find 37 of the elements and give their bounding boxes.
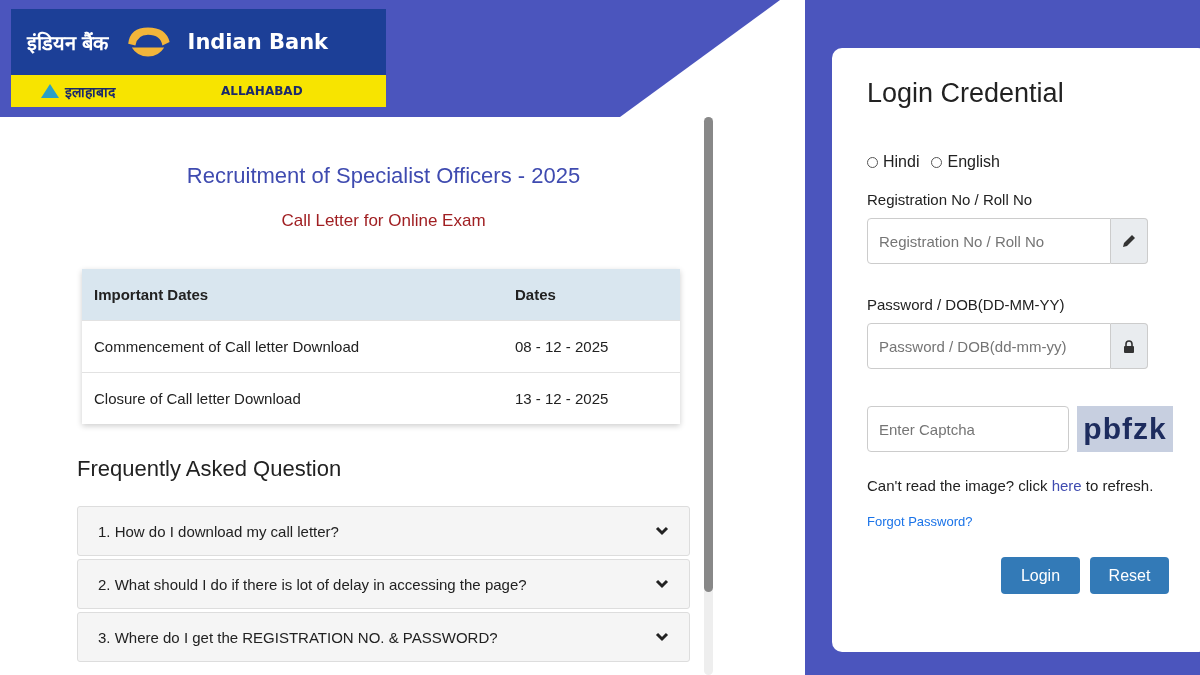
- form-button[interactable]: Reset: [1090, 557, 1169, 594]
- pencil-icon: [1122, 234, 1136, 248]
- language-radio[interactable]: Hindi: [867, 153, 920, 171]
- logo-hindi-subtext: इलाहाबाद: [65, 82, 117, 101]
- faq-heading: Frequently Asked Question: [77, 456, 343, 482]
- password-input[interactable]: Password / DOB(dd-mm-yy): [867, 323, 1111, 369]
- scrollbar[interactable]: [704, 117, 713, 675]
- chevron-icon: [655, 579, 669, 589]
- chevron-icon: [655, 632, 669, 642]
- table-cell: 13 - 12 - 2025: [515, 390, 609, 407]
- logo-hindi-text: इंडियन बैंक: [27, 30, 108, 56]
- field-label: Registration No / Roll No: [867, 191, 1034, 208]
- captcha-image: pbfzk: [1077, 406, 1173, 452]
- login-title: Login Credential: [867, 78, 1065, 109]
- table-cell-text: Closure of Call letter Download: [93, 390, 302, 407]
- logo-english-subtext: ALLAHABAD: [221, 84, 303, 98]
- chevron-icon: [655, 526, 669, 536]
- faq-item[interactable]: 1. How do I download my call letter?: [77, 506, 690, 556]
- refresh-text: Can't read the image? click here to refresh.: [867, 477, 1155, 494]
- page-subtitle: Call Letter for Online Exam: [280, 211, 487, 231]
- logo-english-text: Indian Bank: [187, 30, 329, 54]
- field-label: Password / DOB(DD-MM-YY): [867, 296, 1066, 313]
- column-header: Dates: [515, 286, 556, 303]
- column-header: Important Dates: [93, 286, 210, 303]
- form-button[interactable]: Login: [1001, 557, 1080, 594]
- refresh-link[interactable]: here: [1051, 477, 1082, 494]
- faq-item[interactable]: 2. What should I do if there is lot of delay in accessing the page?: [77, 559, 690, 609]
- table-cell: 08 - 12 - 2025: [515, 338, 609, 355]
- language-radio[interactable]: English: [931, 153, 1000, 171]
- logo-triangle-icon: [41, 84, 59, 98]
- page-title: Recruitment of Specialist Officers - 2025: [185, 163, 582, 189]
- captcha-input[interactable]: Enter Captcha: [867, 406, 1069, 452]
- lock-icon: [1124, 339, 1134, 353]
- forgot-password-link[interactable]: Forgot Password?: [867, 514, 1173, 529]
- faq-item[interactable]: 3. Where do I get the REGISTRATION NO. & PASSWORD?: [77, 612, 690, 662]
- table-cell-text: Commencement of Call letter Download: [93, 338, 361, 355]
- registration-input[interactable]: Registration No / Roll No: [867, 218, 1111, 264]
